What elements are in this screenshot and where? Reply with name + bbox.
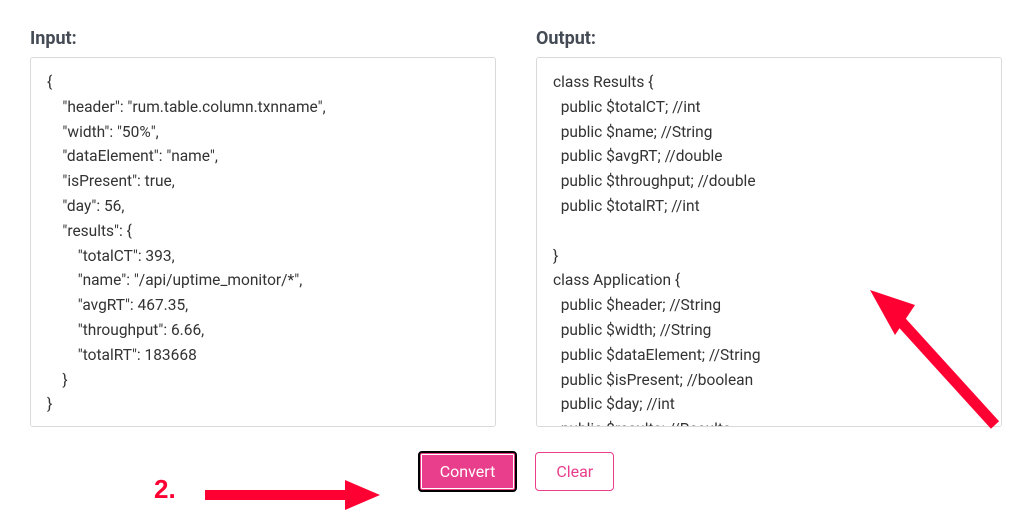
clear-button[interactable]: Clear [535, 452, 614, 491]
button-row: Convert Clear [30, 451, 1002, 492]
input-panel: Input: [30, 28, 496, 431]
input-label: Input: [30, 28, 496, 49]
panels-container: Input: Output: [30, 28, 1002, 431]
input-textarea[interactable] [30, 57, 496, 427]
output-textarea[interactable] [536, 57, 1002, 427]
output-label: Output: [536, 28, 1002, 49]
output-panel: Output: [536, 28, 1002, 431]
step-2-annotation: 2. [154, 474, 176, 505]
convert-button[interactable]: Convert [418, 451, 518, 492]
